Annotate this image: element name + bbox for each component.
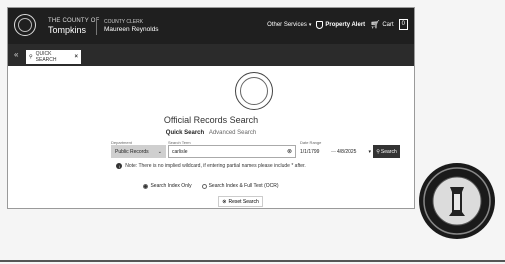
reset-search-label: Reset Search — [228, 198, 259, 205]
tab-bar: « ⚲ QUICK SEARCH × — [8, 44, 414, 66]
radio-index-label: Search Index Only — [150, 183, 192, 189]
search-icon: ⚲ — [376, 148, 380, 155]
property-alert-label: Property Alert — [325, 21, 366, 28]
search-scope-radios: Search Index Only Search Index & Full Te… — [8, 183, 414, 189]
search-button-label: Search — [380, 148, 397, 155]
tab-quick-search[interactable]: ⚲ QUICK SEARCH × — [26, 50, 81, 64]
chevron-down-icon: ⌄ — [157, 148, 162, 155]
property-alert-button[interactable]: Property Alert — [316, 20, 366, 29]
shield-icon — [316, 20, 324, 29]
app-window: THE COUNTY OF Tompkins COUNTY CLERK Maur… — [7, 7, 415, 209]
radio-unselected-icon — [201, 183, 207, 189]
cart-count-badge[interactable]: 0 — [398, 19, 408, 30]
header-divider — [96, 17, 97, 35]
chevron-down-icon: ▾ — [308, 21, 312, 28]
reset-search-button[interactable]: ⊗ Reset Search — [218, 196, 263, 207]
chevron-down-icon: ▾ — [368, 148, 371, 155]
date-from-value: 1/1/1799 — [300, 148, 320, 155]
clerk-label: COUNTY CLERK — [104, 19, 144, 25]
other-services-label: Other Services — [267, 21, 307, 28]
clerk-name: Maureen Reynolds — [104, 26, 159, 33]
search-mode-tabs: Quick Search Advanced Search — [8, 130, 414, 136]
wildcard-note: i Note: There is no implied wildcard, if… — [8, 163, 414, 169]
bottom-divider — [0, 260, 505, 262]
county-name[interactable]: Tompkins — [48, 25, 86, 35]
chevron-left-icon[interactable]: « — [14, 50, 18, 59]
radio-index-only[interactable]: Search Index Only — [143, 183, 192, 189]
search-term-input[interactable]: carlisle ⊗ — [168, 145, 296, 158]
note-text: Note: There is no implied wildcard, if e… — [125, 163, 306, 169]
info-icon: i — [116, 163, 123, 169]
county-label: THE COUNTY OF — [48, 18, 100, 24]
date-from-input[interactable]: 1/1/1799 — [300, 145, 330, 158]
tab-advanced-search-mode[interactable]: Advanced Search — [209, 130, 256, 136]
cart-label: Cart — [382, 21, 394, 28]
county-seal-icon[interactable] — [14, 14, 36, 36]
radio-fulltext-label: Search Index & Full Text (OCR) — [208, 183, 279, 189]
county-seal-logo — [235, 72, 273, 110]
clear-icon[interactable]: ⊗ — [287, 148, 292, 155]
close-icon[interactable]: × — [74, 54, 78, 60]
cart-button[interactable]: 🛒︎ Cart — [370, 20, 394, 29]
department-value: Public Records — [115, 148, 149, 155]
date-separator: — — [331, 148, 336, 155]
search-button[interactable]: ⚲ Search — [373, 145, 400, 158]
radio-selected-icon — [143, 183, 149, 189]
other-services-menu[interactable]: Other Services ▾ — [267, 22, 311, 28]
radio-full-text[interactable]: Search Index & Full Text (OCR) — [201, 183, 279, 189]
cart-icon: 🛒︎ — [370, 20, 381, 29]
county-seal-badge — [419, 163, 495, 239]
header-actions: Other Services ▾ Property Alert 🛒︎ Cart … — [267, 19, 408, 30]
page-title: Official Records Search — [163, 115, 259, 125]
date-to-input[interactable]: 4/8/2025 ▾ — [337, 145, 371, 158]
top-bar: THE COUNTY OF Tompkins COUNTY CLERK Maur… — [8, 8, 414, 44]
search-icon: ⚲ — [29, 54, 33, 60]
search-panel: Official Records Search Quick Search Adv… — [8, 66, 414, 208]
tab-quick-search-mode[interactable]: Quick Search — [166, 130, 204, 136]
tab-label: QUICK SEARCH — [35, 51, 57, 63]
search-term-value: carlisle — [172, 148, 188, 155]
department-select[interactable]: Public Records ⌄ — [111, 145, 166, 158]
date-to-value: 4/8/2025 — [337, 148, 357, 155]
reset-icon: ⊗ — [222, 198, 227, 205]
